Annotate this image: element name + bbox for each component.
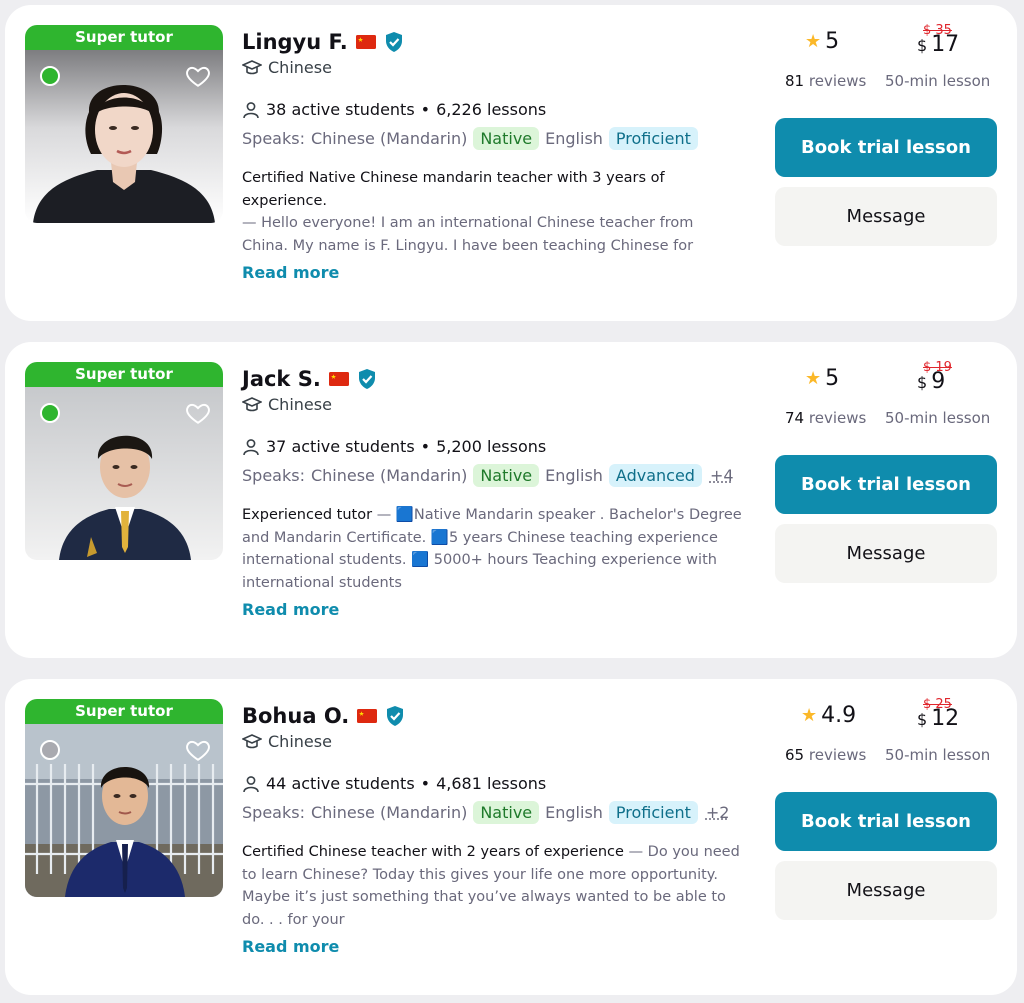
reviews-count: 74 (785, 409, 805, 427)
read-more-link[interactable]: Read more (242, 937, 339, 956)
separator-dot: • (420, 774, 431, 793)
tutor-stats: ★ 5 $ 35 $17 81 reviews 50-min lesson (775, 23, 1005, 103)
reviews-count: 81 (785, 72, 805, 90)
tutor-headline: Certified Native Chinese mandarin teache… (242, 170, 665, 209)
tutor-name[interactable]: Jack S. (242, 367, 321, 391)
book-trial-lesson-button[interactable]: Book trial lesson (775, 455, 997, 514)
tutor-subject: Chinese (268, 58, 332, 77)
tutor-description-body: — Hello everyone! I am an international … (242, 215, 694, 254)
verified-badge-icon (358, 369, 375, 389)
super-tutor-badge: Super tutor (25, 362, 223, 387)
price-value: 9 (931, 369, 946, 394)
china-flag-icon (355, 35, 376, 49)
heart-icon[interactable] (185, 63, 211, 89)
tutor-headline: Certified Chinese teacher with 2 years o… (242, 844, 624, 860)
tutor-name[interactable]: Bohua O. (242, 704, 349, 728)
tutor-card[interactable]: Super tutor Jack S. Chinese 37 active st… (5, 342, 1017, 658)
reviews-label: reviews (808, 409, 867, 427)
star-icon: ★ (805, 31, 822, 52)
tutor-headline: Experienced tutor (242, 507, 373, 523)
tutor-card[interactable]: Super tutor Bohua O. Chinese 44 active s… (5, 679, 1017, 995)
speaks-label: Speaks: (242, 129, 305, 148)
graduation-cap-icon (242, 59, 262, 74)
book-trial-lesson-button[interactable]: Book trial lesson (775, 118, 997, 177)
star-icon: ★ (801, 705, 818, 726)
second-level-badge: Advanced (608, 464, 702, 487)
native-language: Chinese (Mandarin) (310, 129, 468, 148)
verified-badge-icon (385, 32, 402, 52)
tutor-card[interactable]: Super tutor Lingyu F. Chinese 38 active … (5, 5, 1017, 321)
china-flag-icon (357, 709, 378, 723)
reviews-label: reviews (808, 746, 867, 764)
reviews-label: reviews (808, 72, 867, 90)
super-tutor-badge: Super tutor (25, 25, 223, 50)
more-languages-link[interactable]: +2 (706, 803, 730, 822)
tutor-name[interactable]: Lingyu F. (242, 30, 348, 54)
price-currency: $ (917, 710, 928, 729)
message-button[interactable]: Message (775, 187, 997, 246)
second-level-badge: Proficient (608, 127, 698, 150)
online-status-dot (40, 403, 60, 423)
lesson-duration: 50-min lesson (885, 72, 991, 90)
price-value: 17 (931, 32, 960, 57)
heart-icon[interactable] (185, 400, 211, 426)
price-value: 12 (931, 706, 960, 731)
tutor-description: Certified Native Chinese mandarin teache… (242, 167, 742, 255)
speaks-label: Speaks: (242, 803, 305, 822)
tutor-photo[interactable]: Super tutor (25, 25, 223, 223)
native-language: Chinese (Mandarin) (310, 466, 468, 485)
star-icon: ★ (805, 368, 822, 389)
active-students: 38 active students (266, 100, 415, 119)
read-more-link[interactable]: Read more (242, 600, 339, 619)
reviews-count: 65 (785, 746, 805, 764)
message-button[interactable]: Message (775, 524, 997, 583)
tutor-description: Certified Chinese teacher with 2 years o… (242, 841, 742, 929)
person-icon (243, 438, 259, 455)
lessons-count: 6,226 lessons (436, 100, 547, 119)
graduation-cap-icon (242, 396, 262, 411)
graduation-cap-icon (242, 733, 262, 748)
tutor-photo[interactable]: Super tutor (25, 699, 223, 897)
lesson-duration: 50-min lesson (885, 746, 991, 764)
lessons-count: 5,200 lessons (436, 437, 547, 456)
second-language: English (545, 466, 603, 485)
message-button[interactable]: Message (775, 861, 997, 920)
lessons-count: 4,681 lessons (436, 774, 547, 793)
price-currency: $ (917, 36, 928, 55)
online-status-dot (40, 66, 60, 86)
tutor-photo[interactable]: Super tutor (25, 362, 223, 560)
second-language: English (545, 803, 603, 822)
heart-icon[interactable] (185, 737, 211, 763)
tutor-stats: ★ 5 $ 19 $9 74 reviews 50-min lesson (775, 360, 1005, 440)
tutor-subject: Chinese (268, 732, 332, 751)
active-students: 44 active students (266, 774, 415, 793)
book-trial-lesson-button[interactable]: Book trial lesson (775, 792, 997, 851)
native-level-badge: Native (473, 464, 540, 487)
tutor-subject: Chinese (268, 395, 332, 414)
lesson-duration: 50-min lesson (885, 409, 991, 427)
person-icon (243, 101, 259, 118)
more-languages-link[interactable]: +4 (710, 466, 734, 485)
separator-dot: • (420, 437, 431, 456)
tutor-stats: ★ 4.9 $ 25 $12 65 reviews 50-min lesson (775, 697, 1005, 777)
price-currency: $ (917, 373, 928, 392)
separator-dot: • (420, 100, 431, 119)
native-level-badge: Native (473, 127, 540, 150)
offline-status-dot (40, 740, 60, 760)
native-level-badge: Native (473, 801, 540, 824)
active-students: 37 active students (266, 437, 415, 456)
second-language: English (545, 129, 603, 148)
second-level-badge: Proficient (608, 801, 698, 824)
verified-badge-icon (387, 706, 404, 726)
china-flag-icon (328, 372, 349, 386)
native-language: Chinese (Mandarin) (310, 803, 468, 822)
read-more-link[interactable]: Read more (242, 263, 339, 282)
person-icon (243, 775, 259, 792)
tutor-description: Experienced tutor — 🟦Native Mandarin spe… (242, 504, 742, 592)
rating-value: 5 (825, 366, 840, 391)
rating-value: 5 (825, 29, 840, 54)
speaks-label: Speaks: (242, 466, 305, 485)
rating-value: 4.9 (821, 703, 857, 728)
super-tutor-badge: Super tutor (25, 699, 223, 724)
